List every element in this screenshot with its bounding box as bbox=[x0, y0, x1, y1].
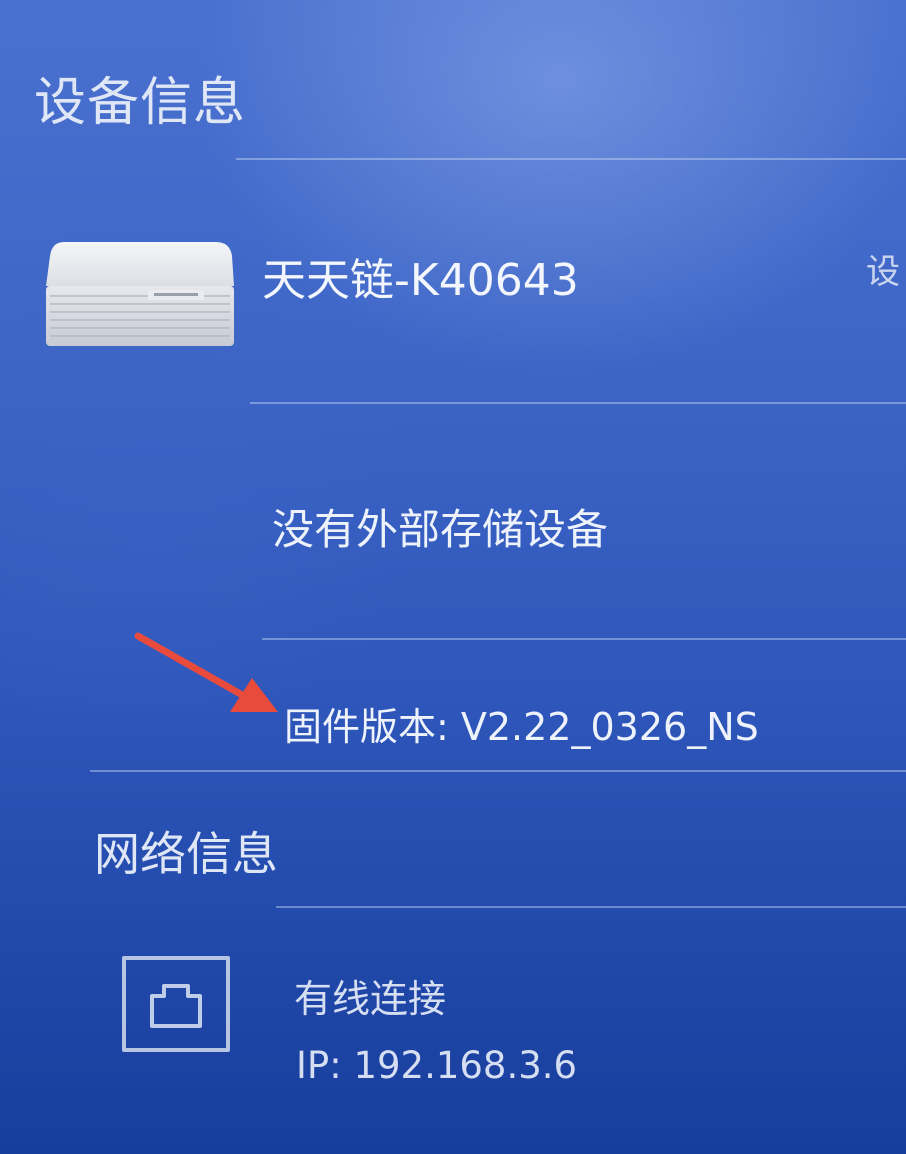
divider bbox=[90, 770, 906, 772]
divider bbox=[276, 906, 906, 908]
ip-address: IP: 192.168.3.6 bbox=[296, 1044, 578, 1087]
divider bbox=[250, 402, 906, 404]
device-settings-link[interactable]: 设 bbox=[866, 244, 900, 293]
device-name: 天天链-K40643 bbox=[262, 255, 579, 306]
firmware-version: 固件版本: V2.22_0326_NS bbox=[284, 705, 759, 749]
storage-status: 没有外部存储设备 bbox=[272, 505, 609, 554]
connection-type: 有线连接 bbox=[294, 977, 447, 1021]
page-title: 设备信息 bbox=[34, 73, 247, 133]
divider bbox=[236, 158, 906, 160]
network-section-title: 网络信息 bbox=[94, 827, 278, 881]
router-device-icon bbox=[46, 242, 234, 346]
divider bbox=[262, 638, 906, 640]
red-arrow-annotation bbox=[134, 632, 278, 712]
ethernet-port-icon bbox=[122, 956, 230, 1052]
